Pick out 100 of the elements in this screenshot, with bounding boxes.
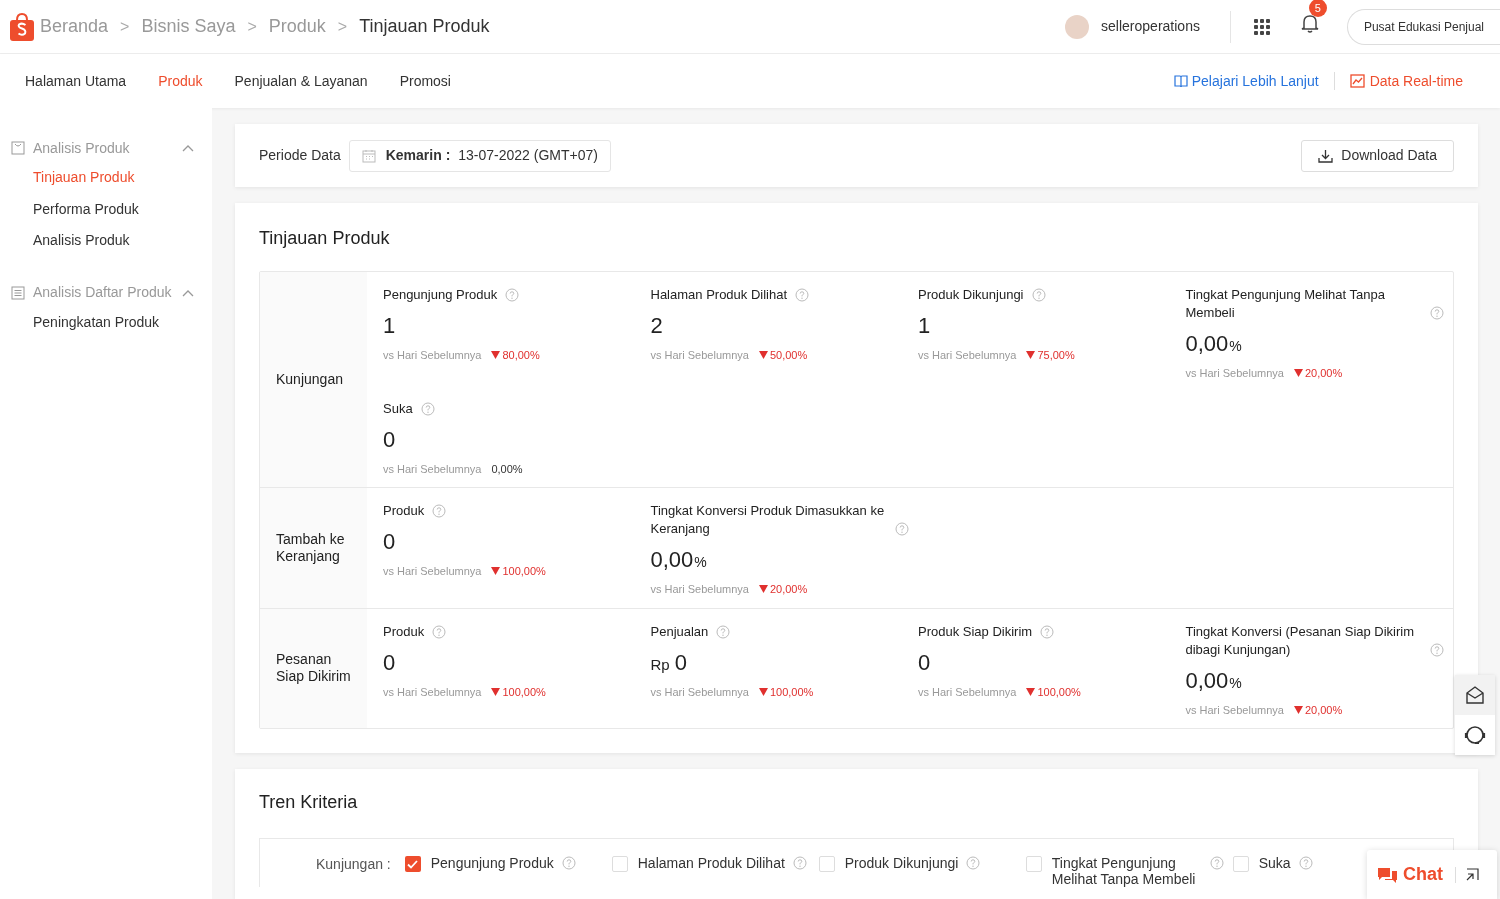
metric-value: 0 (383, 425, 396, 454)
criteria-label: Pengunjung Produk (430, 855, 554, 871)
nav-tab[interactable]: Promosi (399, 70, 451, 92)
checkbox[interactable] (1025, 856, 1042, 872)
checkbox[interactable] (404, 856, 421, 872)
metric-unit: % (1229, 673, 1242, 693)
minimize-icon[interactable] (1466, 868, 1479, 881)
metric-value: 2 (650, 312, 663, 340)
change-value: 20,00% (1304, 366, 1343, 381)
group-label: Tambah ke Keranjang (276, 530, 346, 565)
avatar (1065, 14, 1090, 39)
help-icon (1429, 642, 1444, 657)
breadcrumb-separator: > (247, 16, 257, 37)
checkbox[interactable] (818, 856, 835, 872)
comparison-label: vs Hari Sebelumnya (918, 684, 1017, 700)
metric-label: Tingkat Konversi Produk Dimasukkan ke Keranjang (650, 502, 886, 538)
learn-more-link[interactable]: Pelajari Lebih Lanjut (1173, 70, 1319, 92)
metric-label: Tingkat Pengunjung Melihat Tanpa Membeli (1185, 286, 1386, 322)
metric-unit: % (1229, 337, 1242, 356)
message-button[interactable] (1455, 675, 1495, 715)
metric-value: 1 (383, 312, 396, 340)
change-value: 100,00% (769, 684, 814, 700)
metric-value: 0 (383, 648, 396, 677)
sidebar-item[interactable]: Peningkatan Produk (33, 311, 160, 333)
notification-bell-icon[interactable] (1300, 13, 1319, 33)
nav-tab[interactable]: Produk (158, 70, 203, 92)
metric-value: 0,00 (1185, 666, 1229, 695)
metric-label: Halaman Produk Dilihat (650, 286, 788, 304)
list-icon (11, 285, 25, 300)
metric-value: 0 (918, 648, 931, 677)
apps-grid-icon[interactable] (1252, 17, 1271, 36)
help-icon (966, 856, 981, 870)
help-icon (1429, 306, 1444, 320)
help-icon (1031, 288, 1046, 302)
mail-icon (1465, 686, 1485, 704)
section-title: Tinjauan Produk (259, 227, 391, 250)
breadcrumb-current: Tinjauan Produk (359, 15, 490, 38)
metric-value: 0,00 (650, 546, 694, 574)
comparison-label: vs Hari Sebelumnya (918, 348, 1017, 363)
change-value: 20,00% (1304, 702, 1343, 718)
chat-button[interactable]: Chat (1378, 861, 1443, 888)
help-icon (1298, 856, 1313, 870)
metric-label: Produk Dikunjungi (918, 286, 1024, 304)
change-value: 50,00% (769, 348, 808, 363)
seller-education-button[interactable]: Pusat Edukasi Penjual (1346, 8, 1500, 45)
currency-prefix: Rp (650, 654, 670, 675)
change-value: 100,00% (1037, 684, 1081, 700)
sidebar-item[interactable]: Tinjauan Produk (33, 167, 135, 189)
bag-icon (11, 141, 25, 155)
breadcrumb-separator: > (337, 16, 348, 37)
criteria-label: Produk Dikunjungi (844, 855, 959, 871)
calendar-icon (361, 148, 376, 163)
help-icon (432, 624, 447, 639)
criteria-label: Suka (1258, 855, 1291, 871)
help-icon (795, 288, 810, 302)
download-data-button[interactable]: Download Data (1301, 139, 1454, 172)
metric-value: 1 (918, 312, 931, 340)
metric-label: Penjualan (650, 622, 709, 641)
metric-value: 0,00 (1185, 330, 1229, 358)
line-chart-icon (1349, 74, 1365, 88)
criteria-label: Tingkat Pengunjung Melihat Tanpa Membeli (1051, 855, 1197, 887)
comparison-label: vs Hari Sebelumnya (383, 461, 482, 477)
group-label: Kunjungan (276, 371, 343, 388)
real-time-data-link[interactable]: Data Real-time (1349, 70, 1463, 92)
criteria-label: Halaman Produk Dilihat (637, 855, 785, 871)
shop-logo-icon (9, 11, 35, 42)
help-icon (716, 624, 731, 639)
metric-label: Suka (383, 399, 413, 418)
chevron-up-icon[interactable] (182, 288, 194, 297)
help-icon (894, 522, 909, 536)
change-value: 80,00% (502, 348, 540, 363)
period-label: Periode Data (259, 146, 341, 165)
breadcrumb-separator: > (120, 16, 130, 37)
comparison-label: vs Hari Sebelumnya (383, 348, 482, 363)
help-icon (1209, 856, 1224, 870)
sidebar-item[interactable]: Performa Produk (33, 198, 139, 220)
change-value: 20,00% (769, 582, 808, 597)
metric-label: Produk (383, 502, 425, 520)
checkbox[interactable] (611, 856, 628, 872)
criteria-group-label: Kunjungan : (316, 855, 391, 873)
date-picker[interactable]: Kemarin : 13-07-2022 (GMT+07) (348, 139, 611, 172)
username[interactable]: selleroperations (1101, 16, 1200, 37)
group-label: Pesanan Siap Dikirim (276, 651, 352, 686)
book-icon (1173, 74, 1188, 88)
notification-badge: 5 (1308, 0, 1327, 17)
help-icon (420, 401, 435, 416)
help-icon (505, 288, 520, 302)
sidebar-item[interactable]: Analisis Produk (33, 230, 130, 252)
nav-tab[interactable]: Penjualan & Layanan (234, 70, 368, 92)
metric-unit: % (694, 553, 707, 572)
change-value: 75,00% (1037, 348, 1075, 363)
comparison-label: vs Hari Sebelumnya (650, 684, 749, 700)
help-icon (1040, 624, 1055, 639)
nav-tab[interactable]: Halaman Utama (25, 70, 127, 92)
checkbox[interactable] (1232, 856, 1249, 872)
metric-label: Produk Siap Dikirim (918, 622, 1033, 641)
comparison-label: vs Hari Sebelumnya (650, 582, 749, 597)
section-title: Tren Kriteria (259, 791, 359, 814)
metric-label: Produk (383, 622, 425, 641)
chevron-up-icon[interactable] (182, 144, 194, 152)
